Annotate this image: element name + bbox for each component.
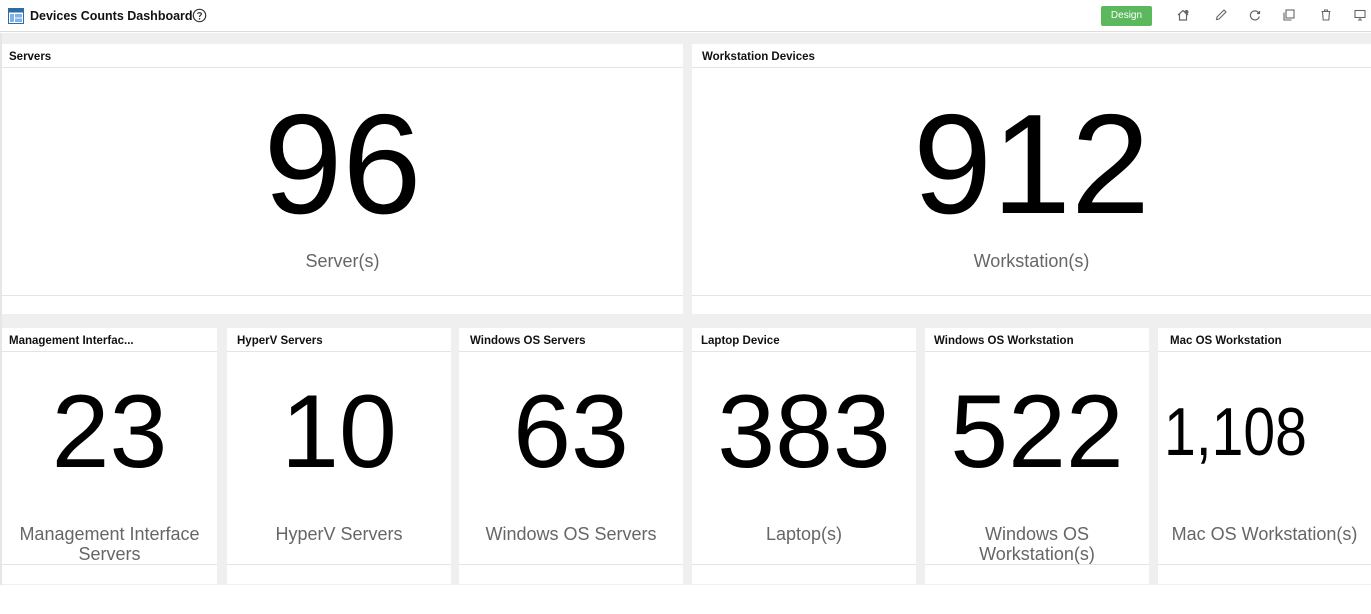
widget-header: Management Interfac...: [2, 328, 217, 352]
widget-header: Mac OS Workstation: [1158, 328, 1371, 352]
widget-caption: Management Interface Servers: [19, 524, 200, 564]
widget-caption: Workstation(s): [973, 251, 1090, 271]
widget-header: Servers: [2, 44, 683, 68]
widget-value: 522: [950, 374, 1124, 490]
widget-footer-divider: [692, 295, 1371, 296]
widget-windows-os-workstation[interactable]: Windows OS Workstation 522 Windows OS Wo…: [925, 328, 1149, 584]
widget-footer-divider: [692, 564, 916, 565]
widget-hyperv-servers[interactable]: HyperV Servers 10 HyperV Servers: [227, 328, 451, 584]
widget-footer-divider: [1158, 564, 1371, 565]
widget-title: Mac OS Workstation: [1170, 335, 1282, 347]
widget-header: Workstation Devices: [692, 44, 1371, 68]
dashboard-logo-icon: [8, 8, 24, 24]
widget-management-interface[interactable]: Management Interfac... 23 Management Int…: [2, 328, 217, 584]
dashboard-title: Devices Counts Dashboard: [30, 9, 193, 23]
help-icon[interactable]: [192, 8, 207, 23]
widget-footer-divider: [925, 564, 1149, 565]
widget-header: HyperV Servers: [227, 328, 451, 352]
widget-footer-divider: [227, 564, 451, 565]
widget-footer-divider: [459, 564, 683, 565]
widget-caption: Server(s): [305, 251, 380, 271]
edit-icon[interactable]: [1214, 8, 1228, 22]
top-toolbar: Devices Counts Dashboard Design: [0, 0, 1371, 32]
widget-caption: Mac OS Workstation(s): [1171, 524, 1358, 544]
widget-value: 383: [717, 374, 891, 490]
widget-title: Windows OS Servers: [470, 335, 586, 347]
delete-icon[interactable]: [1319, 8, 1333, 22]
clone-icon[interactable]: [1282, 8, 1296, 22]
widget-header: Laptop Device: [692, 328, 916, 352]
widget-servers[interactable]: Servers 96 Server(s): [2, 44, 683, 314]
widget-value: 912: [913, 85, 1150, 244]
widget-value: 1,108: [1164, 394, 1307, 470]
widget-title: HyperV Servers: [237, 335, 323, 347]
widget-title: Workstation Devices: [702, 51, 815, 63]
widget-title: Servers: [9, 51, 52, 63]
widget-value: 63: [513, 374, 629, 490]
widget-value: 10: [281, 374, 397, 490]
widget-footer-divider: [2, 295, 683, 296]
widget-footer-divider: [2, 564, 217, 565]
widget-header: Windows OS Servers: [459, 328, 683, 352]
widget-title: Laptop Device: [701, 335, 780, 347]
refresh-icon[interactable]: [1248, 8, 1262, 22]
widget-windows-os-servers[interactable]: Windows OS Servers 63 Windows OS Servers: [459, 328, 683, 584]
widget-value: 23: [51, 374, 168, 490]
widget-value: 96: [263, 85, 422, 244]
design-button[interactable]: Design: [1101, 6, 1152, 26]
widget-laptop-device[interactable]: Laptop Device 383 Laptop(s): [692, 328, 916, 584]
page-bottom: [0, 585, 1371, 614]
widget-title: Windows OS Workstation: [934, 335, 1074, 347]
widget-caption: Windows OS Servers: [485, 524, 657, 544]
widget-header: Windows OS Workstation: [925, 328, 1149, 352]
present-icon[interactable]: [1353, 8, 1367, 22]
home-settings-icon[interactable]: [1176, 8, 1190, 22]
widget-caption: Windows OS Workstation(s): [979, 524, 1095, 564]
widget-caption: HyperV Servers: [275, 524, 403, 544]
widget-title: Management Interfac...: [9, 335, 134, 347]
widget-mac-os-workstation[interactable]: Mac OS Workstation 1,108 Mac OS Workstat…: [1158, 328, 1371, 584]
widget-caption: Laptop(s): [765, 524, 843, 544]
widget-workstation-devices[interactable]: Workstation Devices 912 Workstation(s): [692, 44, 1371, 314]
